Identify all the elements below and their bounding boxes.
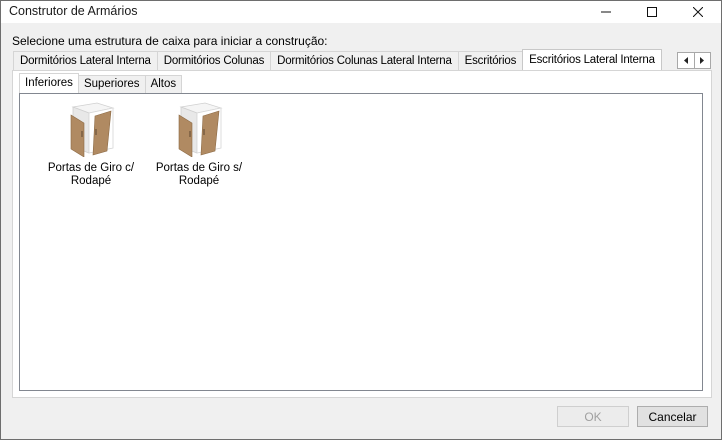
minimize-icon xyxy=(601,11,611,13)
close-button[interactable] xyxy=(675,1,721,23)
structure-item-label-line1: Portas de Giro c/ xyxy=(47,162,135,174)
subtab-superiores[interactable]: Superiores xyxy=(77,75,146,93)
tab-scroll-left-button[interactable] xyxy=(678,53,694,68)
tab-escritorios-lateral-interna[interactable]: Escritórios Lateral Interna xyxy=(522,49,662,70)
tab-escritorios[interactable]: Escritórios xyxy=(457,51,524,70)
title-bar[interactable]: Construtor de Armários xyxy=(1,1,721,23)
minimize-button[interactable] xyxy=(583,1,629,23)
triangle-left-icon xyxy=(683,57,688,64)
structure-item[interactable]: Portas de Giro s/ Rodapé xyxy=(149,101,249,188)
window-title: Construtor de Armários xyxy=(9,4,138,18)
tab-dormitorios-colunas-lateral-interna[interactable]: Dormitórios Colunas Lateral Interna xyxy=(270,51,459,70)
structure-item-label-line1: Portas de Giro s/ xyxy=(155,162,243,174)
maximize-button[interactable] xyxy=(629,1,675,23)
tab-dormitorios-colunas[interactable]: Dormitórios Colunas xyxy=(156,51,272,70)
triangle-right-icon xyxy=(700,57,705,64)
close-icon xyxy=(693,7,703,17)
cancel-button[interactable]: Cancelar xyxy=(637,406,708,427)
cabinet-doors-icon xyxy=(178,102,223,157)
structure-item-label-line2: Rodapé xyxy=(178,175,220,187)
structure-item[interactable]: Portas de Giro c/ Rodapé xyxy=(41,101,141,188)
subcategory-tabs: Inferiores Superiores Altos xyxy=(19,73,183,93)
category-tabs: Dormitórios Lateral Interna Dormitórios … xyxy=(13,49,662,70)
structure-list: Portas de Giro c/ Rodapé Portas de Giro … xyxy=(19,93,703,391)
subtab-inferiores[interactable]: Inferiores xyxy=(19,73,79,93)
subtab-altos[interactable]: Altos xyxy=(144,75,183,93)
structure-item-label-line2: Rodapé xyxy=(70,175,112,187)
cabinet-doors-icon xyxy=(70,102,115,157)
ok-button[interactable]: OK xyxy=(557,406,629,427)
tab-scroll-arrows xyxy=(677,52,711,69)
tab-scroll-right-button[interactable] xyxy=(693,53,711,68)
tab-dormitorios-lateral-interna[interactable]: Dormitórios Lateral Interna xyxy=(13,51,158,70)
instruction-label: Selecione uma estrutura de caixa para in… xyxy=(12,34,328,48)
maximize-icon xyxy=(647,7,657,17)
